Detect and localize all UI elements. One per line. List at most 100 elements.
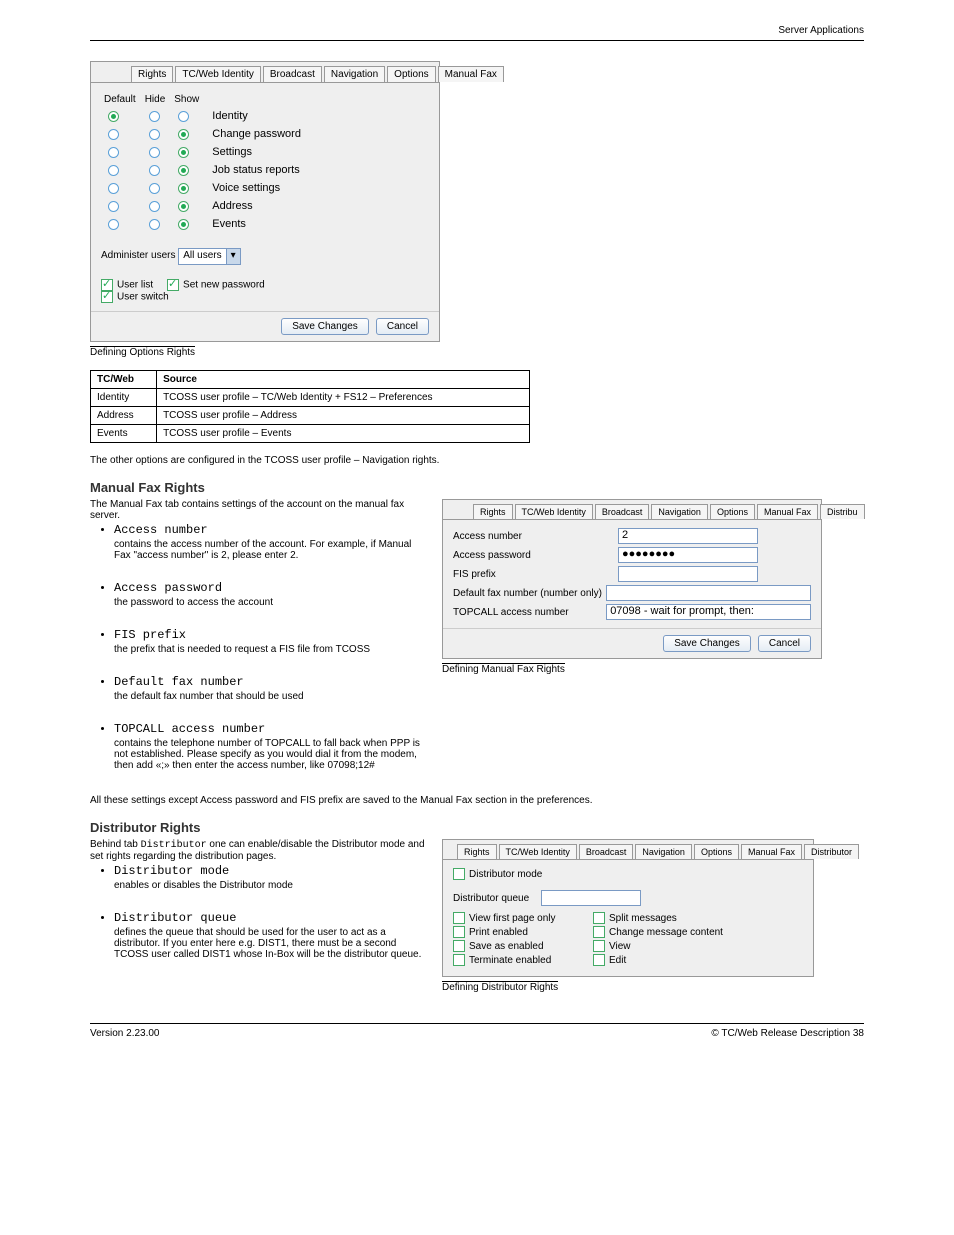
table-caption: The other options are configured in the … (90, 455, 864, 466)
desc-distributor-queue: defines the queue that should be used fo… (114, 927, 430, 960)
tab3-tcweb[interactable]: TC/Web Identity (499, 844, 577, 859)
radio-voice-hide[interactable] (149, 183, 160, 194)
desc-fis-prefix: the prefix that is needed to request a F… (114, 644, 430, 655)
tab2-navigation[interactable]: Navigation (651, 504, 708, 519)
radio-settings-show[interactable] (178, 147, 189, 158)
input-fis-prefix[interactable] (618, 566, 758, 582)
checkbox-set-new-password[interactable] (167, 279, 179, 291)
tab-tcweb-identity[interactable]: TC/Web Identity (175, 66, 261, 82)
lbl-topcall-access: TOPCALL access number (453, 607, 606, 618)
administer-users-select[interactable]: All users▾ (178, 248, 240, 265)
radio-jobstatus-show[interactable] (178, 165, 189, 176)
tab-broadcast[interactable]: Broadcast (263, 66, 322, 82)
lbl-distributor-queue: Distributor queue (453, 893, 541, 904)
manual-fax-intro: The Manual Fax tab contains settings of … (90, 499, 430, 521)
radio-changepw-hide[interactable] (149, 129, 160, 140)
label-user-switch: User switch (117, 292, 169, 303)
tab3-rights[interactable]: Rights (457, 844, 497, 859)
checkbox-save-as[interactable] (453, 940, 465, 952)
radio-identity-hide[interactable] (149, 111, 160, 122)
radio-identity-show[interactable] (178, 111, 189, 122)
lbl-split-msgs: Split messages (609, 913, 677, 924)
lbl-access-number: Access number (453, 531, 618, 542)
checkbox-view-first[interactable] (453, 912, 465, 924)
radio-jobstatus-default[interactable] (108, 165, 119, 176)
cancel-button[interactable]: Cancel (376, 318, 429, 335)
label-set-new-password: Set new password (183, 280, 265, 291)
tab2-options[interactable]: Options (710, 504, 755, 519)
field-access-number: Access number (114, 523, 208, 537)
input-topcall-access[interactable]: 07098 - wait for prompt, then: (606, 604, 811, 620)
tabs-row-2: Rights TC/Web Identity Broadcast Navigat… (443, 500, 821, 520)
input-default-fax[interactable] (606, 585, 811, 601)
footer-version: Version 2.23.00 (90, 1028, 160, 1039)
input-distributor-queue[interactable] (541, 890, 641, 906)
radio-address-show[interactable] (178, 201, 189, 212)
input-access-number[interactable]: 2 (618, 528, 758, 544)
tabs-row: Rights TC/Web Identity Broadcast Navigat… (91, 62, 439, 83)
tabs-row-3: Rights TC/Web Identity Broadcast Navigat… (443, 840, 813, 860)
checkbox-edit[interactable] (593, 954, 605, 966)
cancel-button-2[interactable]: Cancel (758, 635, 811, 652)
radio-jobstatus-hide[interactable] (149, 165, 160, 176)
th-tcweb: TC/Web (91, 371, 157, 389)
lbl-access-password: Access password (453, 550, 618, 561)
page-header: Server Applications (778, 25, 864, 36)
field-fis-prefix: FIS prefix (114, 628, 186, 642)
radio-identity-default[interactable] (108, 111, 119, 122)
desc-distributor-mode: enables or disables the Distributor mode (114, 880, 430, 891)
tab2-rights[interactable]: Rights (473, 504, 513, 519)
input-access-password[interactable]: ●●●●●●●● (618, 547, 758, 563)
col-default: Default (103, 93, 142, 106)
radio-events-show[interactable] (178, 219, 189, 230)
radio-changepw-show[interactable] (178, 129, 189, 140)
lbl-distributor-mode: Distributor mode (469, 869, 542, 880)
radio-voice-show[interactable] (178, 183, 189, 194)
tab-navigation[interactable]: Navigation (324, 66, 385, 82)
checkbox-change-content[interactable] (593, 926, 605, 938)
radio-settings-hide[interactable] (149, 147, 160, 158)
lbl-edit: Edit (609, 955, 626, 966)
checkbox-distributor-mode[interactable] (453, 868, 465, 880)
tab-manual-fax[interactable]: Manual Fax (438, 66, 504, 82)
mapping-table: TC/WebSource IdentityTCOSS user profile … (90, 370, 530, 443)
row-changepw: Change password (207, 126, 306, 142)
field-distributor-mode: Distributor mode (114, 864, 229, 878)
radio-events-hide[interactable] (149, 219, 160, 230)
checkbox-view[interactable] (593, 940, 605, 952)
footer-page: © TC/Web Release Description 38 (711, 1028, 864, 1039)
radio-changepw-default[interactable] (108, 129, 119, 140)
th-source: Source (157, 371, 530, 389)
tab2-manual-fax[interactable]: Manual Fax (757, 504, 818, 519)
radio-voice-default[interactable] (108, 183, 119, 194)
tab-options[interactable]: Options (387, 66, 435, 82)
checkbox-print[interactable] (453, 926, 465, 938)
checkbox-split-msgs[interactable] (593, 912, 605, 924)
caption-distributor: Defining Distributor Rights (442, 981, 558, 993)
radio-settings-default[interactable] (108, 147, 119, 158)
tab3-navigation[interactable]: Navigation (635, 844, 692, 859)
desc-topcall-access: contains the telephone number of TOPCALL… (114, 738, 430, 771)
manual-fax-note: All these settings except Access passwor… (90, 795, 864, 806)
radio-address-default[interactable] (108, 201, 119, 212)
field-topcall-access: TOPCALL access number (114, 722, 265, 736)
tab2-tcweb[interactable]: TC/Web Identity (515, 504, 593, 519)
checkbox-terminate[interactable] (453, 954, 465, 966)
tab2-distributor-cut[interactable]: Distribu (820, 504, 865, 519)
tab3-manual-fax[interactable]: Manual Fax (741, 844, 802, 859)
save-button[interactable]: Save Changes (281, 318, 369, 335)
label-user-list: User list (117, 280, 153, 291)
tab3-options[interactable]: Options (694, 844, 739, 859)
field-access-password: Access password (114, 581, 222, 595)
tab3-distributor[interactable]: Distributor (804, 844, 859, 859)
tab2-broadcast[interactable]: Broadcast (595, 504, 650, 519)
row-address: Address (207, 198, 306, 214)
radio-events-default[interactable] (108, 219, 119, 230)
save-button-2[interactable]: Save Changes (663, 635, 751, 652)
tab3-broadcast[interactable]: Broadcast (579, 844, 634, 859)
lbl-print: Print enabled (469, 927, 528, 938)
options-rights-panel: Rights TC/Web Identity Broadcast Navigat… (90, 61, 440, 342)
radio-address-hide[interactable] (149, 201, 160, 212)
checkbox-user-switch[interactable] (101, 291, 113, 303)
tab-rights[interactable]: Rights (131, 66, 173, 82)
